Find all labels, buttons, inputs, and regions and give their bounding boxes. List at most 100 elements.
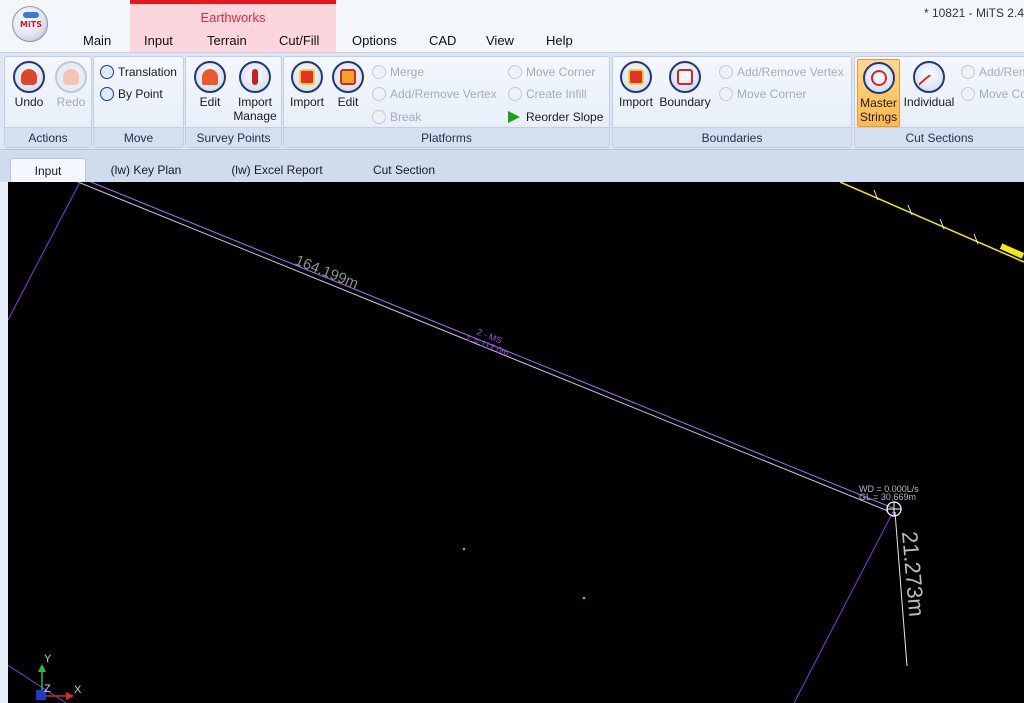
group-label-platforms: Platforms xyxy=(284,127,609,147)
translation-button[interactable]: Translation xyxy=(100,62,177,82)
individual-button[interactable]: Individual xyxy=(901,59,957,127)
tab-key-plan[interactable]: (lw) Key Plan xyxy=(100,158,192,182)
survey-node-icon[interactable] xyxy=(886,501,902,517)
by-point-button[interactable]: By Point xyxy=(100,84,163,104)
boundary-import-label: Import xyxy=(618,95,653,109)
platform-edit-icon xyxy=(332,61,364,93)
group-label-cut-sections: Cut Sections xyxy=(855,127,1024,147)
master-strings-button[interactable]: Master Strings xyxy=(857,59,900,127)
survey-edit-icon xyxy=(194,61,226,93)
survey-point[interactable] xyxy=(582,596,586,600)
line-length-label: 164.199m xyxy=(293,252,361,293)
menu-tab-view[interactable]: View xyxy=(486,33,514,48)
boundary-move-corner-button[interactable]: Move Corner xyxy=(719,84,806,104)
platform-add-remove-vertex-label: Add/Remove Vertex xyxy=(390,87,497,101)
group-label-actions: Actions xyxy=(5,127,91,147)
import-manage-button[interactable]: Import Manage xyxy=(230,59,280,127)
axis-y-label: Y xyxy=(44,653,52,665)
break-label: Break xyxy=(390,110,422,124)
individual-icon xyxy=(913,61,945,97)
cut-add-remove-label: Add/Rem xyxy=(979,65,1024,79)
cut-move-corner-button[interactable]: Move Co xyxy=(961,84,1024,104)
master-strings-icon xyxy=(862,62,895,94)
menu-tab-cad[interactable]: CAD xyxy=(429,33,456,48)
platform-move-corner-button[interactable]: Move Corner xyxy=(508,62,595,82)
gl-label: GL = 30.669m xyxy=(859,492,916,502)
context-accent-bar xyxy=(130,0,336,4)
context-group-label: Earthworks xyxy=(200,10,266,25)
app-logo[interactable]: MiTS xyxy=(12,6,48,42)
menu-tab-help[interactable]: Help xyxy=(546,33,573,48)
individual-label: Individual xyxy=(903,95,955,109)
group-actions: Undo Redo Actions xyxy=(4,56,92,148)
boundary-add-remove-vertex-button[interactable]: Add/Remove Vertex xyxy=(719,62,844,82)
create-infill-label: Create Infill xyxy=(526,87,587,101)
logo-mark xyxy=(23,12,39,18)
platform-edit-button[interactable]: Edit xyxy=(328,59,368,127)
cut-move-corner-icon xyxy=(961,87,975,101)
redo-button[interactable]: Redo xyxy=(51,59,91,127)
platform-import-icon xyxy=(291,61,323,93)
boundary-button[interactable]: Boundary xyxy=(657,59,713,127)
break-button[interactable]: Break xyxy=(372,107,421,127)
cad-viewport[interactable]: 164.199m 2 - MS L = 117.0m WD = 0.000L/s… xyxy=(8,182,1024,703)
master-strings-label-1: Master xyxy=(860,96,897,110)
merge-button[interactable]: Merge xyxy=(372,62,424,82)
cut-add-remove-icon xyxy=(961,65,975,79)
survey-edit-label: Edit xyxy=(199,95,221,109)
group-label-survey-points: Survey Points xyxy=(186,127,281,147)
by-point-icon xyxy=(100,87,114,101)
merge-icon xyxy=(372,65,386,79)
boundary-label: Boundary xyxy=(659,95,711,109)
survey-edit-button[interactable]: Edit xyxy=(190,59,230,127)
tab-cut-section[interactable]: Cut Section xyxy=(358,158,450,182)
menu-tab-input[interactable]: Input xyxy=(144,33,173,48)
tab-input[interactable]: Input xyxy=(10,158,86,182)
menu-tab-cut-fill[interactable]: Cut/Fill xyxy=(279,33,319,48)
import-manage-label-1: Import xyxy=(237,95,272,109)
boundary-import-icon xyxy=(620,61,652,93)
create-infill-icon xyxy=(508,87,522,101)
group-label-boundaries: Boundaries xyxy=(613,127,851,147)
group-survey-points: Edit Import Manage Survey Points xyxy=(185,56,282,148)
boundary-move-corner-icon xyxy=(719,87,733,101)
platform-move-corner-label: Move Corner xyxy=(526,65,596,79)
merge-label: Merge xyxy=(390,65,425,79)
arrow-right-icon xyxy=(508,111,520,123)
by-point-label: By Point xyxy=(118,87,163,101)
cut-add-remove-button[interactable]: Add/Rem xyxy=(961,62,1024,82)
window-title: * 10821 - MiTS 2.4 xyxy=(923,6,1024,20)
menu-tab-options[interactable]: Options xyxy=(352,33,397,48)
group-cut-sections: Master Strings Individual Add/Rem Move C… xyxy=(854,56,1024,148)
axis-z-label: Z xyxy=(44,683,51,695)
title-bar: MiTS Earthworks Main Input Terrain Cut/F… xyxy=(0,0,1024,52)
break-icon xyxy=(372,110,386,124)
menu-tab-main[interactable]: Main xyxy=(83,33,111,48)
survey-point[interactable] xyxy=(462,547,466,551)
yellow-string[interactable] xyxy=(839,182,1024,263)
translation-icon xyxy=(100,65,114,79)
boundary-line-right[interactable] xyxy=(793,511,894,703)
document-tabs: Input (lw) Key Plan (lw) Excel Report Cu… xyxy=(0,150,1024,182)
ucs-axis-icon: Y Z X xyxy=(36,653,82,700)
tab-excel-report[interactable]: (lw) Excel Report xyxy=(222,158,332,182)
boundary-line-left[interactable] xyxy=(8,182,81,321)
undo-icon xyxy=(13,61,45,93)
reorder-slope-label: Reorder Slope xyxy=(526,110,604,124)
platform-import-label: Import xyxy=(289,95,324,109)
logo-text: MiTS xyxy=(20,20,42,29)
redo-label: Redo xyxy=(56,95,86,109)
reorder-slope-button[interactable]: Reorder Slope xyxy=(508,107,603,127)
platform-add-remove-vertex-button[interactable]: Add/Remove Vertex xyxy=(372,84,497,104)
menu-tab-terrain[interactable]: Terrain xyxy=(207,33,247,48)
boundary-icon xyxy=(669,61,701,93)
add-remove-vertex-icon xyxy=(372,87,386,101)
undo-button[interactable]: Undo xyxy=(9,59,49,127)
create-infill-button[interactable]: Create Infill xyxy=(508,84,587,104)
boundary-move-corner-label: Move Corner xyxy=(737,87,807,101)
ribbon: Undo Redo Actions Translation By Point M… xyxy=(0,52,1024,150)
tools-icon xyxy=(239,61,271,93)
boundary-import-button[interactable]: Import xyxy=(615,59,657,127)
boundary-add-remove-vertex-icon xyxy=(719,65,733,79)
platform-import-button[interactable]: Import xyxy=(286,59,328,127)
